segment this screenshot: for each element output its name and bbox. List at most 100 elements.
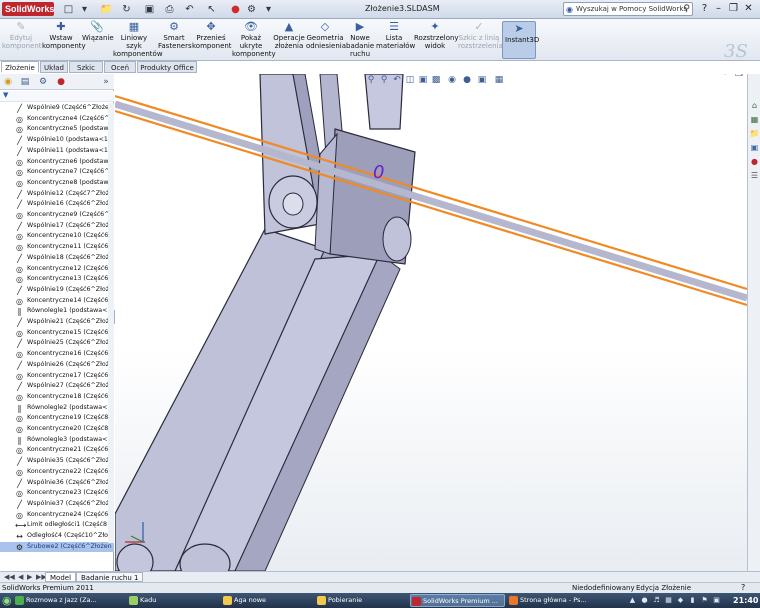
property-manager-icon[interactable]: ▤ <box>19 76 31 88</box>
tray-network-icon[interactable]: ▦ <box>664 596 673 605</box>
tree-item[interactable]: ◎ Koncentryczne6 (podstaw <box>0 157 114 168</box>
traffic-light-icon[interactable]: ● <box>229 3 242 16</box>
viewport-minimize-icon[interactable]: – <box>719 74 731 80</box>
previous-view-icon[interactable]: ↶ <box>391 74 403 86</box>
tree-item[interactable]: ↔ Odległość4 (Część10^Złoż <box>0 531 114 542</box>
design-library-icon[interactable]: ▦ <box>749 114 760 125</box>
assembly-features-button[interactable]: ▲ Operacje złożenia <box>272 21 306 51</box>
tree-item[interactable]: ◎ Koncentryczne22 (Część6 <box>0 467 114 478</box>
view-palette-icon[interactable]: ▣ <box>749 142 760 153</box>
tree-item[interactable]: ╱ Wspólnie36 (Część6^Złoże <box>0 478 114 489</box>
tab-assembly[interactable]: Złożenie <box>1 61 39 73</box>
custom-properties-icon[interactable]: ☰ <box>749 170 760 181</box>
tree-item[interactable]: ◎ Koncentryczne5 (podstaw <box>0 124 114 135</box>
mate-button[interactable]: 📎 Wiązanie <box>82 21 114 43</box>
zoom-fit-icon[interactable]: ⚲ <box>365 74 377 86</box>
linear-pattern-button[interactable]: ▦ Liniowy szyk komponentów <box>113 21 163 59</box>
help-icon[interactable]: ? <box>697 2 712 16</box>
display-manager-icon[interactable]: ● <box>55 76 67 88</box>
tree-item[interactable]: ╱ Wspólnie12 (Część7^Złoże <box>0 189 114 200</box>
tree-item[interactable]: ╱ Wspólnie16 (Część6^Złoże <box>0 199 114 210</box>
tree-item[interactable]: ∥ Równolegle2 (podstawa<1> <box>0 403 115 414</box>
tree-item[interactable]: ◎ Koncentryczne19 (Część8 <box>0 413 114 424</box>
tray-arrow-icon[interactable]: ▲ <box>628 596 637 605</box>
graphics-area[interactable]: 0 ⚲ ⚲ ↶ ◫ ▣ ▩ ◉ ● ▣ ▦ – ❐ <box>115 74 747 571</box>
tree-item[interactable]: ╱ Wspólnie10 (podstawa<1>, <box>0 135 114 146</box>
taskbar-item[interactable]: Aga nowe <box>222 594 312 607</box>
minimize-icon[interactable]: – <box>711 2 726 16</box>
taskbar-item[interactable]: Kadu <box>128 594 218 607</box>
tree-item[interactable]: ╱ Wspólnie18 (Część6^Złoże <box>0 253 114 264</box>
tree-item[interactable]: ◎ Koncentryczne17 (Część6 <box>0 371 114 382</box>
tree-item[interactable]: ◎ Koncentryczne15 (Część6 <box>0 328 114 339</box>
pivot-left-hole[interactable] <box>282 192 304 216</box>
tree-item[interactable]: ╱ Wspólnie17 (Część6^Złoże <box>0 221 114 232</box>
tree-item[interactable]: ╱ Wspólnie21 (Część6^Złoże <box>0 317 114 328</box>
tab-model[interactable]: Model <box>45 572 77 582</box>
tray-flag-icon[interactable]: ⚑ <box>700 596 709 605</box>
tab-next-icon[interactable]: ▶ <box>27 572 32 582</box>
expand-panel-icon[interactable]: » <box>100 76 112 88</box>
tree-item[interactable]: ◎ Koncentryczne10 (Część6 <box>0 231 114 242</box>
close-icon[interactable]: ✕ <box>741 2 756 16</box>
new-dropdown-icon[interactable]: ▾ <box>78 3 91 16</box>
reference-geometry-button[interactable]: ◇ Geometria odniesienia <box>306 21 346 51</box>
tray-security-icon[interactable]: ◆ <box>676 596 685 605</box>
clock[interactable]: 21:40 <box>733 594 758 607</box>
tree-item[interactable]: ◎ Koncentryczne18 (Część6 <box>0 392 114 403</box>
tree-filter[interactable]: ▼ <box>0 91 114 102</box>
tree-item[interactable]: ⟷ Limit odległości1 (Część8^ <box>0 520 114 531</box>
tree-item[interactable]: ◎ Koncentryczne24 (Część6 <box>0 510 114 521</box>
tab-motion-study[interactable]: Badanie ruchu 1 <box>76 572 144 582</box>
view-orientation-icon[interactable]: ▣ <box>417 74 429 86</box>
tree-item[interactable]: ◎ Koncentryczne23 (Część6 <box>0 488 114 499</box>
hide-show-icon[interactable]: ◉ <box>446 74 458 86</box>
print-icon[interactable]: ⎙ <box>163 3 176 16</box>
tree-item[interactable]: ∥ Równolegle1 (podstawa<1> <box>0 306 115 317</box>
feature-tree-icon[interactable]: ◉ <box>2 76 14 88</box>
tree-item[interactable]: ╱ Wspólnie9 (Część6^Złożen <box>0 103 114 114</box>
new-motion-study-button[interactable]: ▶ Nowe badanie ruchu <box>346 21 374 59</box>
tree-item[interactable]: ╱ Wspólnie37 (Część6^Złoże <box>0 499 114 510</box>
edit-component-button[interactable]: ✎ Edytuj komponent <box>2 21 42 51</box>
mate-symbol[interactable]: 0 <box>373 162 384 183</box>
tray-nvidia-icon[interactable]: ▣ <box>712 596 721 605</box>
taskbar-item[interactable]: SolidWorks Premium ... <box>410 594 505 607</box>
tree-item[interactable]: ∥ Równolegle3 (podstawa<1> <box>0 435 115 446</box>
smart-fasteners-button[interactable]: ⚙ Smart Fasteners <box>158 21 192 51</box>
tray-volume-icon[interactable]: ♬ <box>652 596 661 605</box>
tree-item[interactable]: ◎ Koncentryczne8 (podstaw <box>0 178 114 189</box>
model-viewport[interactable]: 0 <box>115 74 747 571</box>
tree-item[interactable]: ╱ Wspólnie27 (Część6^Złoże <box>0 381 114 392</box>
viewport-restore-icon[interactable]: ❐ <box>733 74 745 80</box>
select-icon[interactable]: ↖ <box>205 3 218 16</box>
edit-appearance-icon[interactable]: ● <box>461 74 473 86</box>
restore-icon[interactable]: ❐ <box>726 2 741 16</box>
tab-evaluate[interactable]: Oceń <box>104 61 136 73</box>
customize-icon[interactable]: ▾ <box>262 3 275 16</box>
tree-item[interactable]: ◎ Koncentryczne12 (Część6 <box>0 264 114 275</box>
taskbar-item[interactable]: Strona główna - Ps... <box>508 594 603 607</box>
move-component-button[interactable]: ✥ Przenieś komponent <box>192 21 232 51</box>
start-button[interactable]: ◉ <box>2 594 12 607</box>
options-icon[interactable]: ⚙ <box>245 3 258 16</box>
tree-item[interactable]: ╱ Wspólnie19 (Część6^Złoże <box>0 285 114 296</box>
solidworks-resources-icon[interactable]: ⌂ <box>749 100 760 111</box>
insert-components-button[interactable]: ✚ Wstaw komponenty <box>42 21 86 51</box>
tree-item[interactable]: ◎ Koncentryczne11 (Część6 <box>0 242 114 253</box>
tray-battery-icon[interactable]: ▮ <box>688 596 697 605</box>
tree-item[interactable]: ◎ Koncentryczne9 (Część6^ <box>0 210 114 221</box>
solidworks-logo[interactable]: SolidWorks <box>2 2 54 16</box>
tree-item[interactable]: ◎ Koncentryczne7 (Część6^ <box>0 167 114 178</box>
search-icon[interactable]: ⚲ <box>683 3 690 15</box>
tab-sketch[interactable]: Szkic <box>69 61 103 73</box>
rod-edge-top[interactable] <box>115 94 747 291</box>
tree-item[interactable]: ◎ Koncentryczne20 (Część8 <box>0 424 114 435</box>
help-search-input[interactable]: ◉ Wyszukaj w Pomocy SolidWorks ⚲ <box>563 2 693 16</box>
pivot-right[interactable] <box>382 216 412 262</box>
show-hidden-button[interactable]: 👁 Pokaż ukryte komponenty <box>232 21 276 59</box>
tree-item[interactable]: ╱ Wspólnie11 (podstawa<1>, <box>0 146 114 157</box>
file-explorer-icon[interactable]: 📁 <box>749 128 760 139</box>
display-style-icon[interactable]: ▩ <box>430 74 442 86</box>
tray-app-icon[interactable]: ● <box>640 596 649 605</box>
